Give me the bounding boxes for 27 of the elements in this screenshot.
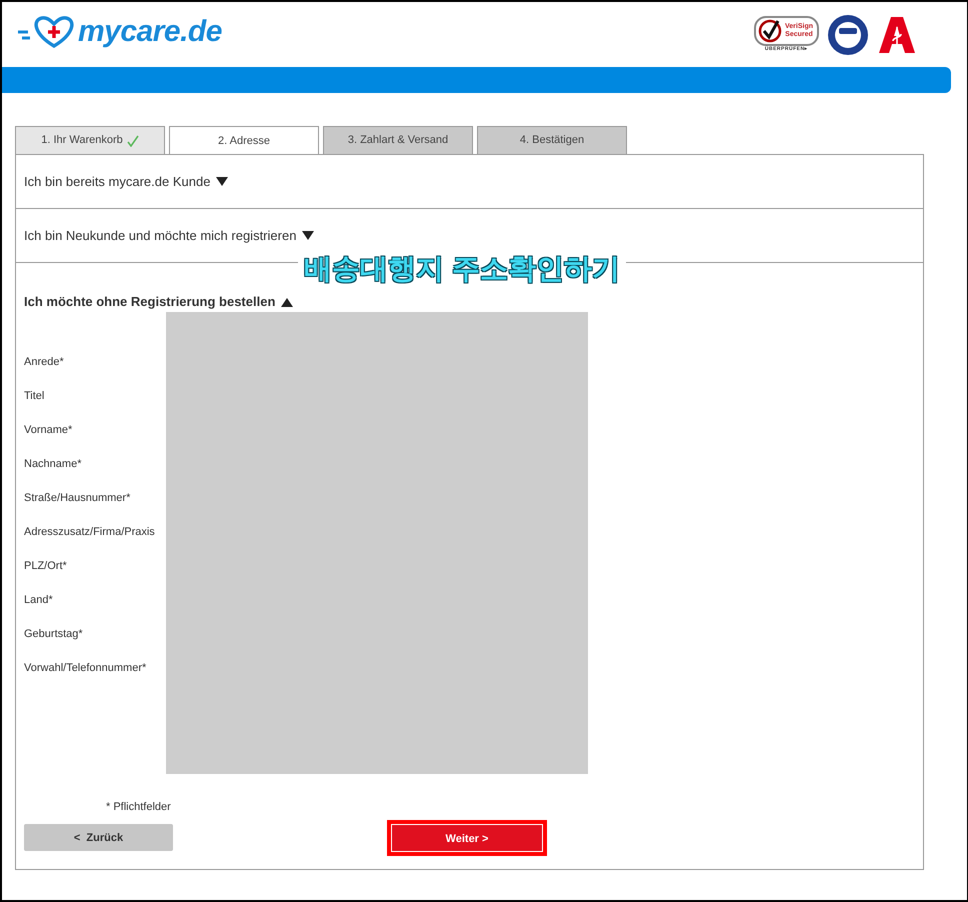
expand-arrow-icon[interactable] <box>216 177 228 186</box>
step-tab[interactable]: 2. Adresse <box>169 126 319 155</box>
checkmark-icon <box>126 134 139 146</box>
field-label: Land* <box>24 594 53 606</box>
field-label: Adresszusatz/Firma/Praxis <box>24 526 155 538</box>
step-tab[interactable]: 1. Ihr Warenkorb <box>15 126 165 154</box>
field-label: Straße/Hausnummer* <box>24 492 130 504</box>
field-label: Geburtstag* <box>24 628 83 640</box>
certification-seal-icon <box>827 14 869 56</box>
logo-text[interactable]: mycare.de <box>78 14 222 50</box>
field-label: Anrede* <box>24 356 64 368</box>
step-tab[interactable]: 4. Bestätigen <box>477 126 627 154</box>
section-toggle[interactable]: Ich möchte ohne Registrierung bestellen <box>24 292 276 312</box>
required-note: * Pflichtfelder <box>106 800 171 815</box>
section-toggle[interactable]: Ich bin Neukunde und möchte mich registrieren <box>24 226 296 246</box>
field-label: Nachname* <box>24 458 82 470</box>
field-label: Vorname* <box>24 424 72 436</box>
step-tab[interactable]: 3. Zahlart & Versand <box>323 126 473 154</box>
expand-arrow-icon[interactable] <box>302 231 314 240</box>
back-button[interactable]: < Zurück <box>24 824 173 851</box>
heart-logo-icon <box>16 14 74 50</box>
field-label: Titel <box>24 390 44 402</box>
pharmacy-a-icon <box>877 15 917 55</box>
section-toggle[interactable]: Ich bin bereits mycare.de Kunde <box>24 172 210 192</box>
field-label: PLZ/Ort* <box>24 560 67 572</box>
field-label: Vorwahl/Telefonnummer* <box>24 662 146 674</box>
checkmark-icon <box>758 19 782 44</box>
